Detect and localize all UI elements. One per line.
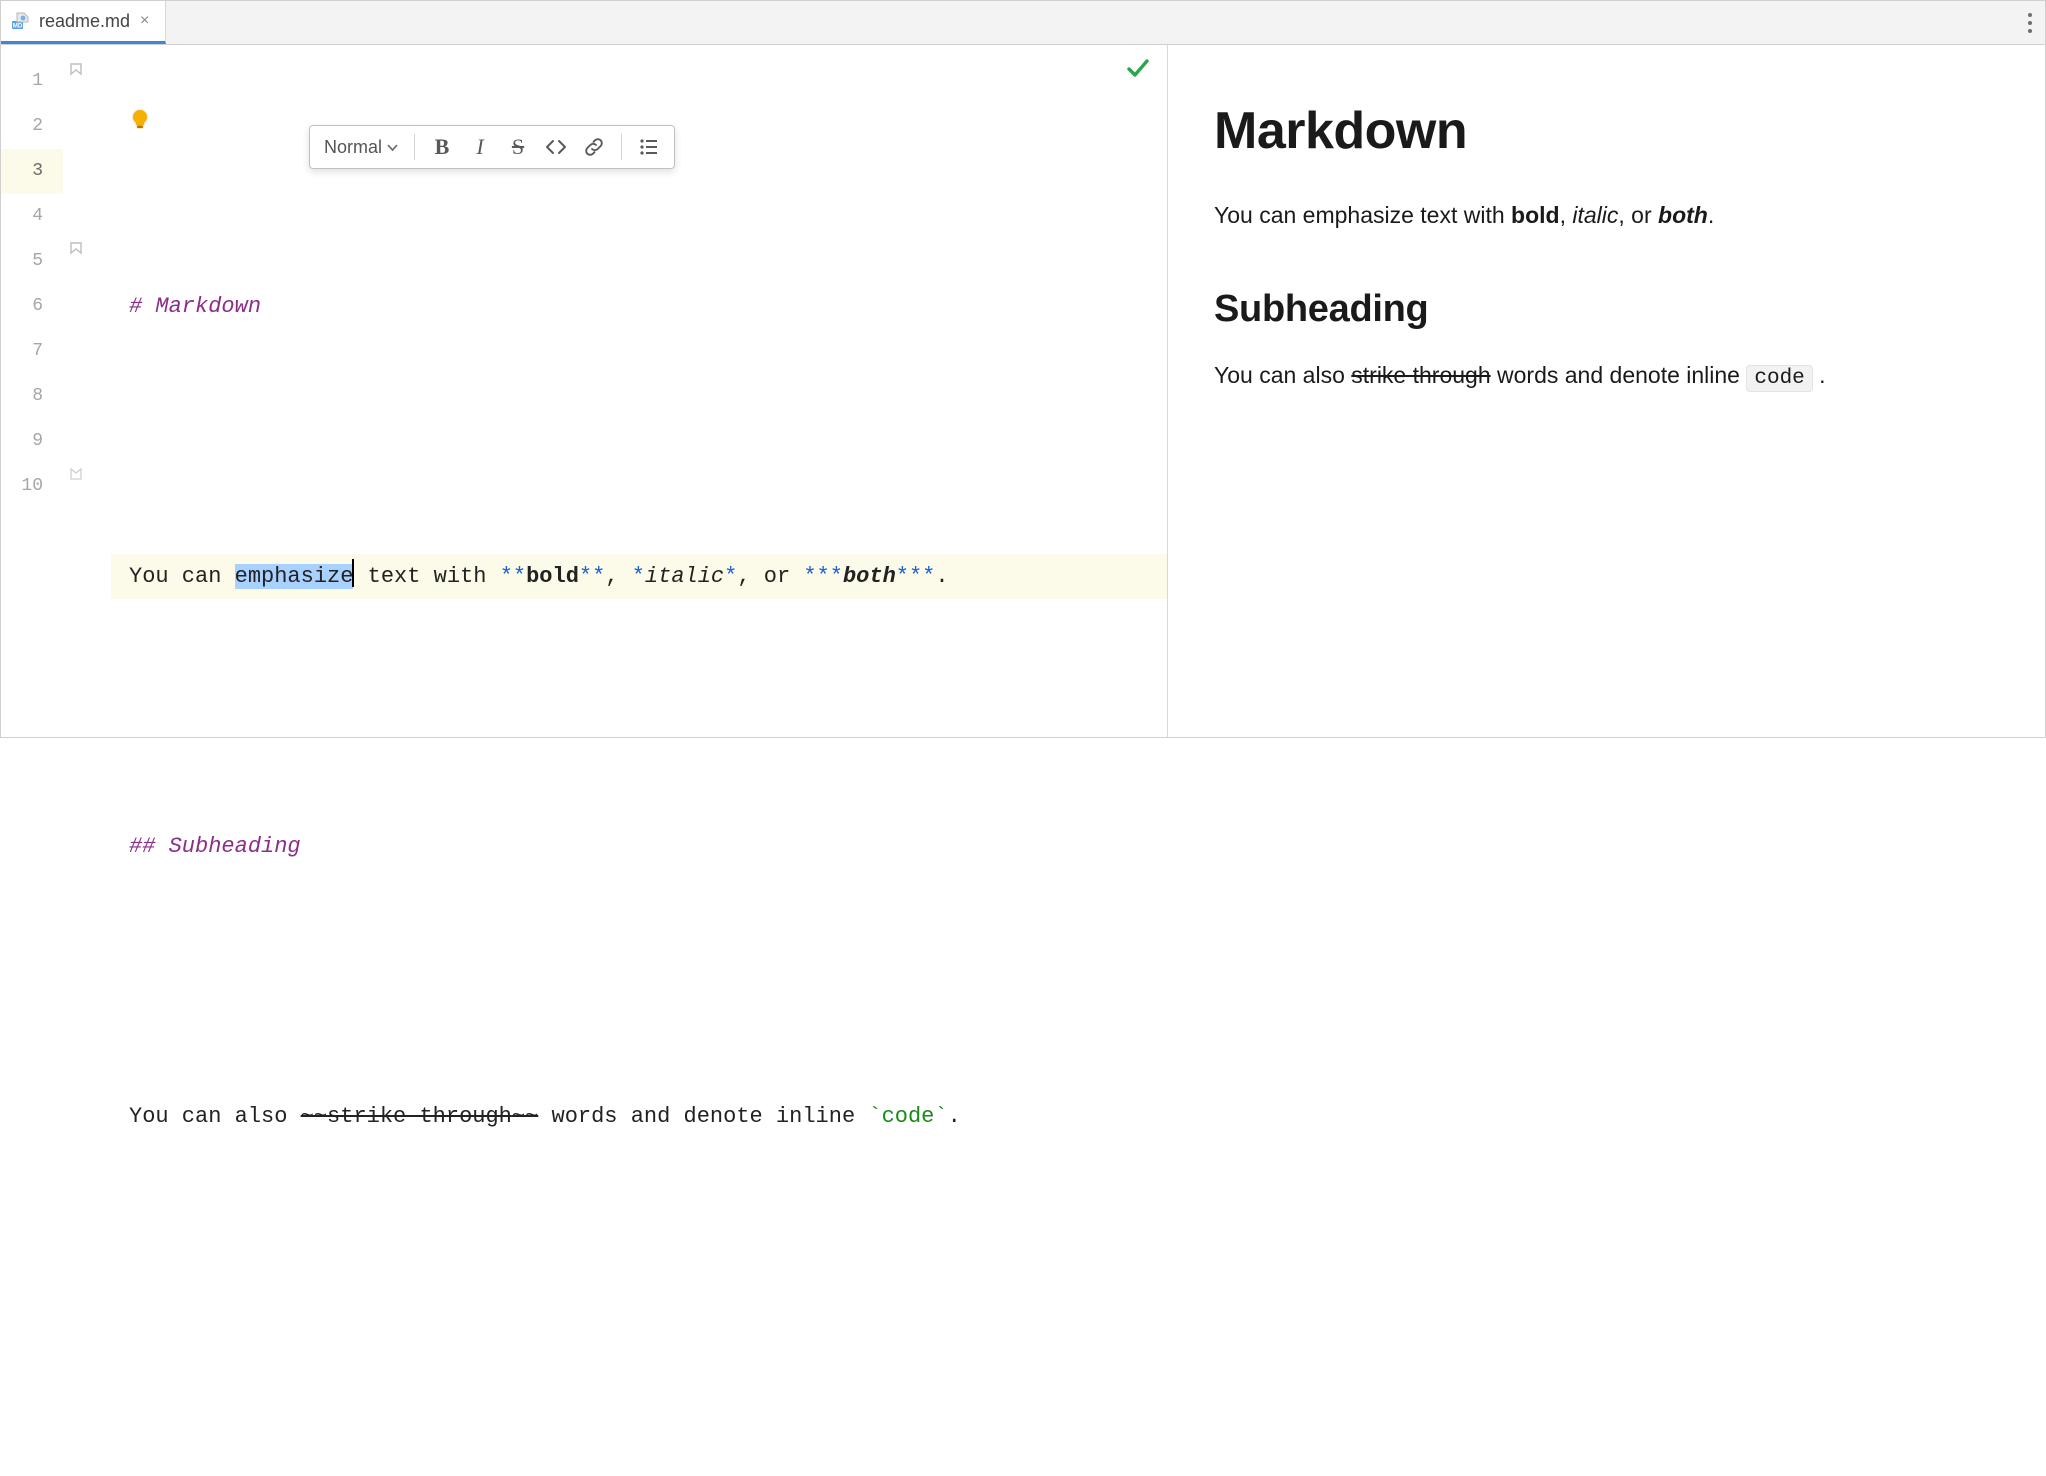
code-line[interactable]: # Markdown xyxy=(111,284,1167,329)
code-line[interactable] xyxy=(111,1229,1167,1274)
line-number: 5 xyxy=(1,239,43,284)
code-line[interactable]: ## Subheading xyxy=(111,824,1167,869)
paragraph-style-label: Normal xyxy=(324,137,382,158)
workspace: 1 2 3 4 5 6 7 8 9 10 # Markdown You can … xyxy=(1,45,2045,737)
fold-end-icon xyxy=(69,467,83,481)
fold-handle-icon[interactable] xyxy=(69,241,83,255)
code-line[interactable] xyxy=(111,689,1167,734)
fold-handle-icon[interactable] xyxy=(69,62,83,76)
link-button[interactable] xyxy=(575,129,613,165)
chevron-down-icon xyxy=(387,137,398,158)
code-button[interactable] xyxy=(537,129,575,165)
inspection-ok-icon[interactable] xyxy=(1125,53,1151,98)
line-number: 9 xyxy=(1,419,43,464)
preview-heading-1: Markdown xyxy=(1214,101,1999,161)
tab-bar: MD readme.md × xyxy=(1,1,2045,45)
separator xyxy=(414,134,415,160)
preview-heading-2: Subheading xyxy=(1214,288,1999,331)
line-number: 2 xyxy=(1,104,43,149)
intention-bulb-icon[interactable] xyxy=(129,102,151,147)
code-line[interactable]: You can emphasize text with **bold**, *i… xyxy=(111,554,1167,599)
preview-paragraph: You can also strike through words and de… xyxy=(1214,359,1999,394)
code-line[interactable]: You can also ~~strike through~~ words an… xyxy=(111,1094,1167,1139)
paragraph-style-dropdown[interactable]: Normal xyxy=(316,137,406,158)
bold-button[interactable]: B xyxy=(423,129,461,165)
line-number: 6 xyxy=(1,284,43,329)
line-number-gutter: 1 2 3 4 5 6 7 8 9 10 xyxy=(1,45,63,737)
svg-text:MD: MD xyxy=(13,22,23,29)
preview-inline-code: code xyxy=(1746,365,1812,392)
tab-filename: readme.md xyxy=(39,11,130,32)
floating-format-toolbar: Normal B I S xyxy=(309,125,675,169)
preview-pane: Markdown You can emphasize text with bol… xyxy=(1168,45,2045,737)
tab-close-button[interactable]: × xyxy=(138,12,151,30)
line-number: 7 xyxy=(1,329,43,374)
line-number: 4 xyxy=(1,194,43,239)
markdown-file-icon: MD xyxy=(11,11,31,31)
preview-paragraph: You can emphasize text with bold, italic… xyxy=(1214,199,1999,232)
line-number: 1 xyxy=(1,59,43,104)
code-line[interactable] xyxy=(111,959,1167,1004)
code-line[interactable] xyxy=(111,419,1167,464)
list-button[interactable] xyxy=(630,129,668,165)
editor-pane: 1 2 3 4 5 6 7 8 9 10 # Markdown You can … xyxy=(1,45,1168,737)
tabbar-more-button[interactable] xyxy=(2015,1,2045,44)
separator xyxy=(621,134,622,160)
line-number: 10 xyxy=(1,464,43,509)
fold-gutter xyxy=(63,45,111,737)
italic-button[interactable]: I xyxy=(461,129,499,165)
tab-readme[interactable]: MD readme.md × xyxy=(1,1,166,44)
line-number: 3 xyxy=(1,149,63,194)
strikethrough-button[interactable]: S xyxy=(499,129,537,165)
code-line[interactable] xyxy=(111,1364,1167,1409)
line-number: 8 xyxy=(1,374,43,419)
